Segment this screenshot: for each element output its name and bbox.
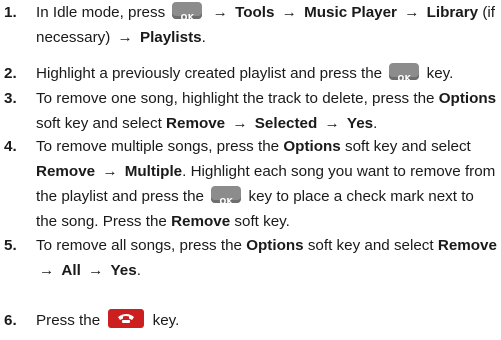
step-text: To remove multiple songs, press the Opti… — [36, 138, 496, 230]
step-number: 4. — [4, 138, 17, 155]
step-text: To remove all songs, press the Options s… — [36, 237, 497, 279]
step-text: In Idle mode, press OK → Tools → Music P… — [36, 2, 496, 46]
arrow-icon: → — [102, 163, 118, 180]
instruction-list: 1. In Idle mode, press OK → Tools → Musi… — [0, 0, 501, 340]
ok-key-icon: OK — [172, 2, 203, 22]
step-6: 6. Press the key. — [0, 308, 501, 333]
arrow-icon: → — [117, 29, 133, 46]
step-text: Highlight a previously created playlist … — [36, 63, 454, 83]
step-2: 2. Highlight a previously created playli… — [0, 61, 501, 86]
step-number: 3. — [4, 90, 17, 107]
arrow-icon: → — [324, 115, 340, 132]
arrow-icon: → — [232, 115, 248, 132]
step-5: 5. To remove all songs, press the Option… — [0, 233, 501, 283]
arrow-icon: → — [88, 262, 104, 279]
arrow-icon: → — [212, 4, 228, 21]
step-4: 4. To remove multiple songs, press the O… — [0, 134, 501, 234]
ok-key-icon: OK — [389, 63, 420, 83]
step-number: 6. — [4, 312, 17, 329]
step-text: Press the key. — [36, 308, 497, 333]
step-text: To remove one song, highlight the track … — [36, 90, 497, 132]
step-number: 1. — [4, 4, 17, 21]
arrow-icon: → — [281, 4, 297, 21]
step-number: 2. — [4, 65, 17, 82]
step-number: 5. — [4, 237, 17, 254]
phone-handset-icon — [118, 314, 135, 323]
ok-key-icon: OK — [211, 186, 242, 206]
arrow-icon: → — [39, 262, 55, 279]
step-3: 3. To remove one song, highlight the tra… — [0, 86, 501, 136]
step-1: 1. In Idle mode, press OK → Tools → Musi… — [0, 0, 501, 50]
end-key-icon — [108, 309, 145, 328]
arrow-icon: → — [404, 4, 420, 21]
